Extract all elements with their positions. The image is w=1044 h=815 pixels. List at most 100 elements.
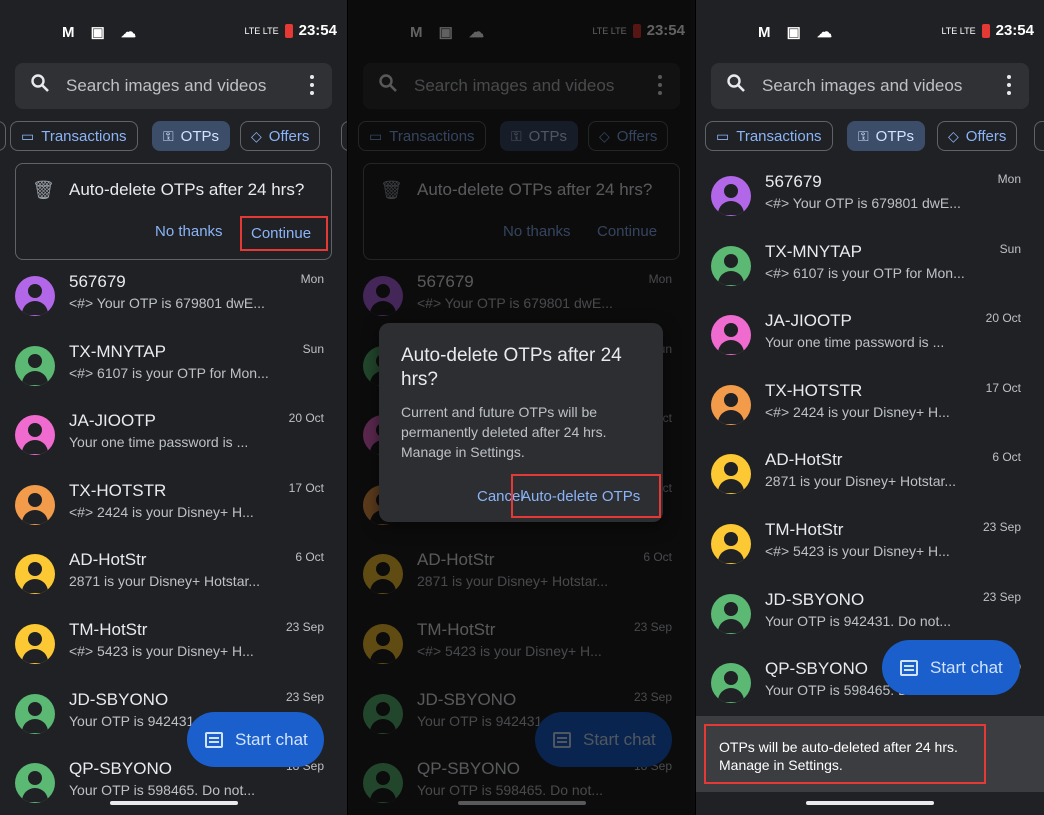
message-preview: <#> 5423 is your Disney+ H... — [69, 643, 254, 659]
category-chips: ▭Transactions ⚿OTPs ◇Offers — [0, 121, 347, 153]
message-preview: <#> 2424 is your Disney+ H... — [765, 403, 950, 420]
message-preview: Your one time password is ... — [69, 434, 249, 451]
message-preview: 2871 is your Disney+ Hotstar... — [69, 573, 261, 590]
chat-icon — [900, 659, 918, 676]
search-icon — [727, 74, 745, 92]
sender-name: TM-HotStr — [69, 620, 148, 639]
message-date: Sun — [302, 341, 324, 356]
sender-name: AD-HotStr — [69, 550, 147, 570]
tag-icon: ◇ — [948, 127, 959, 144]
screen-banner: M ▣ ☁ LTE LTE 23:54 Search images and vi… — [0, 0, 347, 815]
chat-icon — [205, 731, 223, 748]
auto-delete-banner: 🗑 Auto-delete OTPs after 24 hrs? No than… — [15, 163, 332, 260]
battery-icon — [284, 23, 293, 38]
message-row[interactable]: TX-HOTSTR 17 Oct <#> 2424 is your Disney+ … — [0, 477, 347, 546]
more-options-icon[interactable] — [310, 75, 314, 95]
message-row[interactable]: TX-MNYTAP Sun <#> 6107 is your OTP for Mon… — [0, 338, 347, 407]
avatar-person-icon — [711, 524, 751, 564]
avatar-person-icon — [711, 315, 751, 356]
message-row[interactable]: 567679 Mon <#> Your OTP is 679801 dwE... — [696, 168, 1044, 237]
sender-name: AD-HotStr — [765, 450, 843, 470]
chip-offers[interactable]: ◇Offers — [937, 121, 1018, 151]
search-bar[interactable]: Search images and videos — [15, 63, 332, 109]
battery-icon — [981, 23, 990, 38]
message-preview: <#> 5423 is your Disney+ H... — [765, 543, 950, 559]
chip-partial-left[interactable] — [0, 121, 6, 151]
search-placeholder: Search images and videos — [66, 76, 267, 95]
message-date: 6 Oct — [295, 550, 324, 565]
message-row[interactable]: 567679 Mon <#> Your OTP is 679801 dwE... — [0, 268, 347, 337]
message-preview: Your OTP is 598465. Do not... — [69, 782, 256, 799]
avatar-person-icon — [711, 245, 751, 286]
message-row[interactable]: TM-HotStr 23 Sep <#> 5423 is your Disney+ … — [0, 616, 347, 685]
chip-transactions[interactable]: ▭Transactions — [10, 121, 138, 151]
sender-name: JA-JIOOTP — [765, 311, 852, 331]
message-date: 23 Sep — [982, 520, 1021, 534]
snackbar: OTPs will be auto-deleted after 24 hrs. … — [696, 716, 1044, 792]
sender-name: TX-HOTSTR — [69, 480, 167, 500]
card-icon: ▭ — [21, 127, 35, 144]
avatar-person-icon — [15, 484, 55, 525]
sender-name: TM-HotStr — [765, 520, 844, 539]
message-row[interactable]: JA-JIOOTP 20 Oct Your one time password is… — [696, 307, 1044, 376]
chip-offers[interactable]: ◇Offers — [240, 121, 321, 151]
chip-partial-right[interactable] — [341, 121, 347, 151]
clock: 23:54 — [995, 22, 1034, 39]
message-preview: 2871 is your Disney+ Hotstar... — [765, 473, 957, 490]
sender-name: 567679 — [765, 172, 822, 191]
sender-name: JD-SBYONO — [765, 589, 865, 609]
message-preview: <#> Your OTP is 679801 dwE... — [765, 195, 961, 211]
message-date: Mon — [300, 272, 324, 286]
sender-name: TX-HOTSTR — [765, 380, 863, 400]
sender-name: TX-MNYTAP — [69, 341, 166, 361]
no-thanks-button[interactable]: No thanks — [155, 223, 223, 240]
chip-otps[interactable]: ⚿OTPs — [847, 121, 925, 151]
avatar-person-icon — [711, 454, 751, 495]
sender-name: JD-SBYONO — [69, 689, 169, 709]
message-row[interactable]: JA-JIOOTP 20 Oct Your one time password is… — [0, 407, 347, 476]
start-chat-button[interactable]: Start chat — [187, 712, 324, 767]
message-row[interactable]: TM-HotStr 23 Sep <#> 5423 is your Disney+ … — [696, 516, 1044, 585]
message-preview: <#> 6107 is your OTP for Mon... — [69, 364, 269, 381]
search-icon — [31, 74, 49, 92]
chip-transactions[interactable]: ▭Transactions — [705, 121, 833, 151]
banner-title: Auto-delete OTPs after 24 hrs? — [69, 180, 305, 199]
avatar-person-icon — [711, 384, 751, 425]
screen-snackbar: M ▣ ☁ LTE LTE 23:54 Search images and vi… — [696, 0, 1044, 815]
avatar-person-icon — [711, 176, 751, 216]
snackbar-text: OTPs will be auto-deleted after 24 hrs. … — [704, 724, 986, 784]
message-row[interactable]: TX-HOTSTR 17 Oct <#> 2424 is your Disney+ … — [696, 377, 1044, 446]
message-row[interactable]: AD-HotStr 6 Oct 2871 is your Disney+ Hotst… — [696, 446, 1044, 515]
search-placeholder: Search images and videos — [762, 76, 963, 95]
message-preview: Your OTP is 942431. Do not... — [765, 612, 952, 629]
card-icon: ▭ — [716, 127, 730, 144]
message-date: 23 Sep — [285, 620, 324, 634]
gesture-bar — [806, 801, 934, 805]
sender-name: QP-SBYONO — [69, 759, 172, 779]
message-row[interactable]: TX-MNYTAP Sun <#> 6107 is your OTP for Mon… — [696, 238, 1044, 307]
signal-icon: LTE LTE — [244, 25, 279, 36]
message-row[interactable]: AD-HotStr 6 Oct 2871 is your Disney+ Hotst… — [0, 546, 347, 615]
continue-button[interactable]: Continue — [240, 216, 328, 251]
message-date: Mon — [997, 172, 1021, 186]
message-date: 17 Oct — [985, 380, 1021, 395]
avatar-person-icon — [15, 763, 55, 804]
key-icon: ⚿ — [858, 127, 869, 144]
auto-delete-dialog: Auto-delete OTPs after 24 hrs? Current a… — [379, 323, 663, 522]
auto-delete-icon: 🗑 — [32, 180, 55, 200]
status-bar: M ▣ ☁ LTE LTE 23:54 — [0, 0, 347, 62]
signal-icon: LTE LTE — [941, 25, 976, 36]
message-preview: <#> 2424 is your Disney+ H... — [69, 503, 254, 520]
status-bar: M ▣ ☁ LTE LTE 23:54 — [696, 0, 1044, 62]
avatar-person-icon — [15, 624, 55, 664]
chip-partial-right[interactable] — [1034, 121, 1044, 151]
auto-delete-confirm-button[interactable]: Auto-delete OTPs — [511, 474, 661, 518]
tag-icon: ◇ — [251, 127, 262, 144]
start-chat-button[interactable]: Start chat — [882, 640, 1020, 695]
screen-dialog: M ▣ ☁ LTE LTE 23:54 Search images and vi… — [348, 0, 695, 815]
dialog-title: Auto-delete OTPs after 24 hrs? — [401, 345, 622, 390]
chip-otps[interactable]: ⚿OTPs — [152, 121, 230, 151]
search-bar[interactable]: Search images and videos — [711, 63, 1029, 109]
more-options-icon[interactable] — [1007, 75, 1011, 95]
avatar-person-icon — [711, 663, 751, 704]
